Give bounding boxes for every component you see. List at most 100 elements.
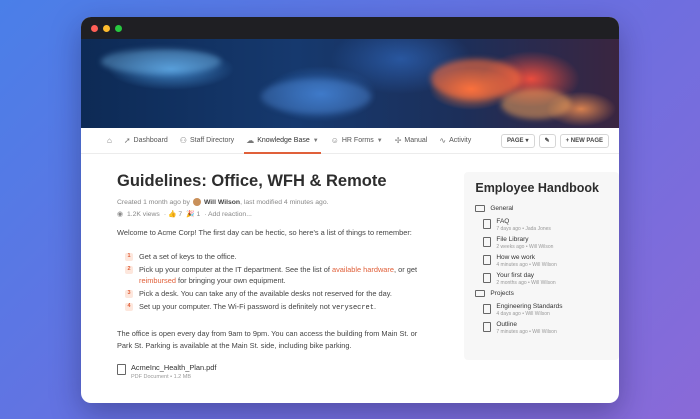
maximize-window-button[interactable] bbox=[115, 24, 122, 32]
home-icon: ⌂ bbox=[107, 136, 112, 145]
page-menu-button[interactable]: PAGE ▾ bbox=[500, 133, 535, 148]
nav-label: Dashboard bbox=[133, 137, 168, 144]
doc-item[interactable]: FAQ 7 days ago • Jada Jones bbox=[483, 218, 608, 232]
step-text-part: Pick up your computer at the IT departme… bbox=[139, 265, 332, 274]
chevron-down-icon: ▾ bbox=[525, 138, 529, 144]
page-stats: ◉ 1.2K views · 👍 7 🎉 1 · Add reaction... bbox=[117, 210, 419, 219]
doc-meta: 4 days ago • Will Wilson bbox=[496, 311, 550, 317]
wifi-password: verysecret bbox=[331, 304, 374, 312]
doc-name: Your first day bbox=[496, 272, 535, 279]
views-count: 1.2K views bbox=[126, 210, 160, 218]
step-text: Get a set of keys to the office. bbox=[139, 252, 237, 261]
window-titlebar bbox=[81, 17, 619, 39]
folder-general[interactable]: General bbox=[475, 205, 608, 212]
folder-icon bbox=[475, 290, 486, 297]
doc-name: Outline bbox=[496, 321, 517, 328]
party-count: 1 bbox=[196, 211, 201, 218]
doc-name: How we work bbox=[496, 254, 536, 261]
doc-item[interactable]: Engineering Standards 4 days ago • Will W… bbox=[483, 303, 608, 317]
close-window-button[interactable] bbox=[91, 24, 98, 32]
list-item: 3 Pick a desk. You can take any of the a… bbox=[125, 288, 419, 299]
file-info: AcmeInc_Health_Plan.pdf PDF Document • 1… bbox=[131, 363, 216, 380]
document-icon bbox=[483, 273, 492, 283]
folder-icon bbox=[475, 205, 486, 212]
available-hardware-link[interactable]: available hardware bbox=[332, 265, 394, 274]
edit-button[interactable]: ✎ bbox=[538, 133, 556, 148]
page-button-label: PAGE bbox=[506, 137, 524, 144]
doc-meta: 7 minutes ago • Will Wilson bbox=[496, 329, 557, 335]
nav-label: Manual bbox=[404, 137, 428, 144]
doc-item[interactable]: File Library 2 weeks ago • Will Wilson bbox=[483, 236, 608, 250]
nav-item-dashboard[interactable]: ➚ Dashboard bbox=[124, 128, 168, 154]
list-item: 4 Set up your computer. The Wi-Fi passwo… bbox=[125, 301, 419, 314]
nav-item-manual[interactable]: ✢ Manual bbox=[395, 128, 428, 154]
office-hours-text: The office is open every day from 9am to… bbox=[117, 329, 418, 350]
nav-label: Activity bbox=[449, 137, 472, 144]
nav-label: Staff Directory bbox=[189, 137, 235, 144]
rocket-icon: ➚ bbox=[123, 136, 131, 145]
cover-image bbox=[81, 39, 619, 128]
doc-name: FAQ bbox=[496, 218, 510, 225]
step-number: 4 bbox=[125, 302, 133, 311]
page-title: Guidelines: Office, WFH & Remote bbox=[117, 172, 387, 190]
doc-item[interactable]: Outline 7 minutes ago • Will Wilson bbox=[483, 321, 608, 335]
document-icon bbox=[483, 304, 492, 314]
doc-meta: 2 weeks ago • Will Wilson bbox=[496, 244, 554, 250]
modified-text: , last modified 4 minutes ago. bbox=[240, 198, 329, 206]
page-actions: PAGE ▾ ✎ + NEW PAGE bbox=[500, 133, 609, 148]
list-item: 2 Pick up your computer at the IT depart… bbox=[125, 264, 419, 286]
document-icon bbox=[483, 219, 492, 229]
file-attachment[interactable]: AcmeInc_Health_Plan.pdf PDF Document • 1… bbox=[117, 363, 419, 380]
nav-item-hr-forms[interactable]: ☺ HR Forms ▼ bbox=[331, 128, 383, 154]
nav-item-staff-directory[interactable]: ⚇ Staff Directory bbox=[180, 128, 234, 154]
new-page-button[interactable]: + NEW PAGE bbox=[559, 133, 609, 148]
author-link[interactable]: Will Wilson bbox=[204, 199, 240, 206]
doc-item[interactable]: How we work 4 minutes ago • Will Wilson bbox=[483, 254, 608, 268]
step-text-part: Set up your computer. The Wi-Fi password… bbox=[139, 302, 332, 311]
pulse-icon: ∿ bbox=[439, 136, 447, 145]
step-text-part: , or get bbox=[394, 265, 418, 274]
reimbursed-link[interactable]: reimbursed bbox=[139, 276, 176, 285]
reaction-party[interactable]: 🎉 1 bbox=[186, 210, 200, 218]
top-navigation: ⌂ ➚ Dashboard ⚇ Staff Directory ☁ Knowle… bbox=[81, 128, 619, 154]
book-icon: ✢ bbox=[394, 136, 402, 145]
nav-item-activity[interactable]: ∿ Activity bbox=[439, 128, 471, 154]
chevron-down-icon: ▼ bbox=[376, 137, 383, 144]
page-content: Guidelines: Office, WFH & Remote Created… bbox=[81, 154, 619, 380]
thumbs-count: 7 bbox=[178, 211, 183, 218]
app-window: ⌂ ➚ Dashboard ⚇ Staff Directory ☁ Knowle… bbox=[81, 17, 619, 403]
nav-label: HR Forms bbox=[341, 137, 374, 144]
step-number: 2 bbox=[125, 265, 133, 274]
handbook-sidebar: Employee Handbook General FAQ 7 days ago … bbox=[464, 172, 619, 360]
home-nav-button[interactable]: ⌂ bbox=[107, 128, 112, 154]
step-text-part: for bringing your own equipment. bbox=[175, 276, 286, 285]
step-number: 3 bbox=[125, 289, 133, 298]
folder-name: General bbox=[490, 205, 514, 212]
folder-projects[interactable]: Projects bbox=[475, 290, 608, 297]
person-icon: ☺ bbox=[330, 136, 339, 145]
minimize-window-button[interactable] bbox=[103, 24, 110, 32]
add-reaction-button[interactable]: · Add reaction... bbox=[204, 211, 252, 218]
doc-meta: 2 months ago • Will Wilson bbox=[496, 280, 556, 286]
created-text: Created 1 month ago by bbox=[117, 198, 190, 206]
thumbs-up-icon: 👍 bbox=[167, 211, 177, 218]
sidebar-title: Employee Handbook bbox=[475, 181, 599, 195]
doc-meta: 4 minutes ago • Will Wilson bbox=[496, 262, 557, 268]
avatar bbox=[192, 198, 201, 206]
step-text-part: . bbox=[373, 302, 377, 311]
step-text: Pick a desk. You can take any of the ava… bbox=[139, 289, 392, 298]
steps-list: 1 Get a set of keys to the office. 2 Pic… bbox=[125, 251, 419, 314]
doc-item[interactable]: Your first day 2 months ago • Will Wilson bbox=[483, 272, 608, 286]
list-item: 1 Get a set of keys to the office. bbox=[125, 251, 419, 262]
nav-item-knowledge-base[interactable]: ☁ Knowledge Base ▼ bbox=[244, 128, 321, 154]
new-page-label: + NEW PAGE bbox=[565, 137, 603, 144]
brain-icon: ☁ bbox=[246, 136, 255, 145]
page-meta: Created 1 month ago by Will Wilson , las… bbox=[117, 198, 419, 206]
eye-icon: ◉ bbox=[117, 211, 123, 218]
reaction-thumbs[interactable]: · 👍 7 bbox=[164, 210, 182, 218]
document-icon bbox=[483, 255, 492, 265]
doc-meta: 7 days ago • Jada Jones bbox=[496, 226, 551, 232]
chevron-down-icon: ▼ bbox=[312, 137, 319, 144]
step-number: 1 bbox=[125, 252, 133, 261]
document-icon bbox=[483, 237, 492, 247]
